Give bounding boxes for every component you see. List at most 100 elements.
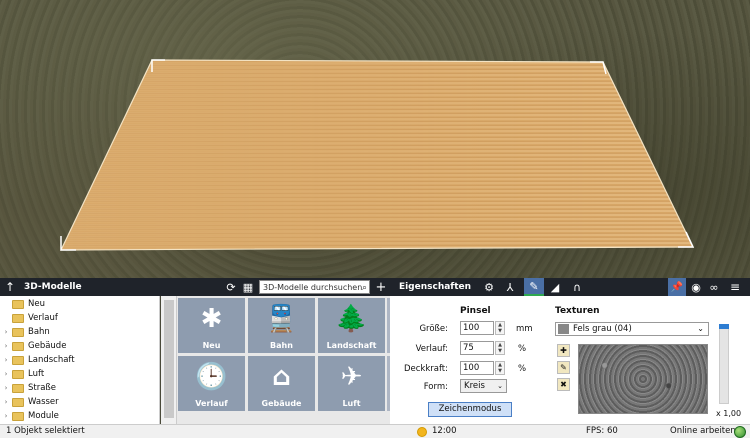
time-display: 12:00 (432, 426, 457, 436)
online-status: Online arbeiten (670, 426, 736, 436)
tree-item-bahn[interactable]: › Bahn (0, 325, 50, 339)
size-label: Größe: (419, 324, 448, 334)
folder-icon (12, 411, 24, 421)
texture-edit-icon[interactable]: ✎ (557, 361, 570, 374)
tree-scrollbar[interactable] (161, 296, 177, 424)
tile-label: Bahn (270, 341, 293, 350)
arrow-up-icon[interactable]: ↑ (2, 278, 18, 296)
form-select[interactable]: Kreis ⌄ (460, 379, 507, 393)
folder-icon (12, 313, 24, 323)
tree-item-label: Luft (28, 369, 45, 379)
tree-item-label: Straße (28, 383, 57, 393)
texture-swatch (558, 324, 569, 334)
texture-preview (578, 344, 708, 414)
gradient-unit: % (518, 344, 527, 354)
chevron-right-icon[interactable]: › (0, 356, 12, 364)
tile-label: Gebäude (261, 399, 302, 408)
folder-icon (12, 299, 24, 309)
slider-thumb[interactable] (719, 324, 729, 329)
texture-scale-label: x 1,00 (716, 409, 742, 418)
tile-gebaeude[interactable]: ⌂ Gebäude (248, 356, 315, 411)
size-field[interactable]: 100 (460, 321, 494, 335)
gradient-label: Verlauf: (415, 344, 448, 354)
online-icon[interactable] (734, 426, 746, 438)
opacity-unit: % (518, 364, 527, 374)
search-icon[interactable]: ⌕ (362, 281, 367, 295)
tile-landschaft[interactable]: 🌲 Landschaft (318, 298, 385, 353)
tree-item-wasser[interactable]: › Wasser (0, 395, 59, 409)
chevron-down-icon: ⌄ (497, 382, 503, 390)
size-stepper[interactable]: ▲ ▼ (495, 321, 505, 335)
form-value: Kreis (464, 381, 485, 391)
search-input[interactable]: 3D-Modelle durchsuchen ⌕ (259, 280, 370, 294)
node-icon[interactable]: ⅄ (502, 278, 518, 296)
menu-icon[interactable]: ≡ (726, 278, 744, 296)
pin-icon[interactable]: 📌 (668, 278, 686, 296)
tunnel-icon[interactable]: ∩ (569, 278, 585, 296)
tree-icon: 🌲 (335, 304, 368, 334)
folder-icon (12, 341, 24, 351)
size-unit: mm (516, 324, 533, 334)
train-icon: 🚆 (265, 304, 298, 334)
texture-remove-icon[interactable]: ✖ (557, 378, 570, 391)
house-icon: ⌂ (272, 362, 291, 392)
texture-add-icon[interactable]: ✚ (557, 344, 570, 357)
refresh-icon[interactable]: ⟳ (224, 278, 238, 296)
tile-bahn[interactable]: 🚆 Bahn (248, 298, 315, 353)
tree-item-module[interactable]: › Module (0, 409, 59, 423)
texture-scale-slider[interactable] (719, 324, 729, 404)
chevron-right-icon[interactable]: › (0, 328, 12, 336)
form-label: Form: (423, 382, 448, 392)
main-toolbar: ↑ 3D-Modelle ⟳ ▦ 3D-Modelle durchsuchen … (0, 278, 750, 296)
tree-item-label: Gebäude (28, 341, 67, 351)
sun-icon[interactable] (417, 427, 427, 437)
search-placeholder: 3D-Modelle durchsuchen (263, 283, 363, 292)
textures-heading: Texturen (555, 306, 600, 316)
gradient-stepper[interactable]: ▲ ▼ (495, 341, 505, 355)
tree-item-neu[interactable]: Neu (0, 297, 45, 311)
tile-luft[interactable]: ✈ Luft (318, 356, 385, 411)
texture-select[interactable]: Fels grau (04) ⌄ (555, 322, 709, 336)
chevron-right-icon[interactable]: › (0, 412, 12, 420)
tile-verlauf[interactable]: 🕒 Verlauf (178, 356, 245, 411)
tree-item-gebaeude[interactable]: › Gebäude (0, 339, 67, 353)
eye-icon[interactable]: ◉ (688, 278, 704, 296)
viewport-scene (60, 59, 695, 251)
gradient-field[interactable]: 75 (460, 341, 494, 355)
panel-title-properties: Eigenschaften (398, 282, 472, 292)
tree-item-verlauf[interactable]: Verlauf (0, 311, 58, 325)
scrollbar-thumb[interactable] (164, 300, 174, 418)
draw-mode-button[interactable]: Zeichenmodus (428, 402, 512, 417)
tile-label: Verlauf (195, 399, 228, 408)
tree-item-luft[interactable]: › Luft (0, 367, 45, 381)
chevron-right-icon[interactable]: › (0, 384, 12, 392)
tree-item-landschaft[interactable]: › Landschaft (0, 353, 75, 367)
link-icon[interactable]: ∞ (706, 278, 722, 296)
folder-icon (12, 327, 24, 337)
folder-icon (12, 383, 24, 393)
properties-panel: Pinsel Größe: 100 ▲ ▼ mm Verlauf: 75 ▲ ▼ %… (390, 296, 750, 424)
tree-item-strasse[interactable]: › Straße (0, 381, 56, 395)
chevron-right-icon[interactable]: › (0, 398, 12, 406)
grid-icon[interactable]: ▦ (241, 278, 255, 296)
clock-icon: 🕒 (195, 362, 228, 392)
chevron-right-icon[interactable]: › (0, 370, 12, 378)
terrain-icon[interactable]: ◢ (547, 278, 563, 296)
tree-item-label: Verlauf (28, 313, 58, 323)
category-tiles: ✱ Neu 🚆 Bahn 🌲 Landschaft 🕒 Verlauf ⌂ Ge… (177, 296, 390, 424)
brush-heading: Pinsel (460, 306, 491, 316)
tile-neu[interactable]: ✱ Neu (178, 298, 245, 353)
opacity-stepper[interactable]: ▲ ▼ (495, 361, 505, 375)
category-tree: Neu Verlauf › Bahn › Gebäude › Landschaft ›… (0, 296, 160, 424)
snowflake-icon: ✱ (200, 304, 223, 334)
opacity-field[interactable]: 100 (460, 361, 494, 375)
3d-viewport[interactable] (0, 0, 750, 278)
tree-item-label: Neu (28, 299, 45, 309)
brush-icon[interactable]: ✎ (524, 278, 544, 296)
plus-icon[interactable]: + (374, 278, 388, 296)
tree-item-label: Wasser (28, 397, 59, 407)
airplane-icon: ✈ (340, 362, 363, 392)
fps-display: FPS: 60 (586, 426, 618, 436)
gear-icon[interactable]: ⚙ (481, 278, 497, 296)
chevron-right-icon[interactable]: › (0, 342, 12, 350)
